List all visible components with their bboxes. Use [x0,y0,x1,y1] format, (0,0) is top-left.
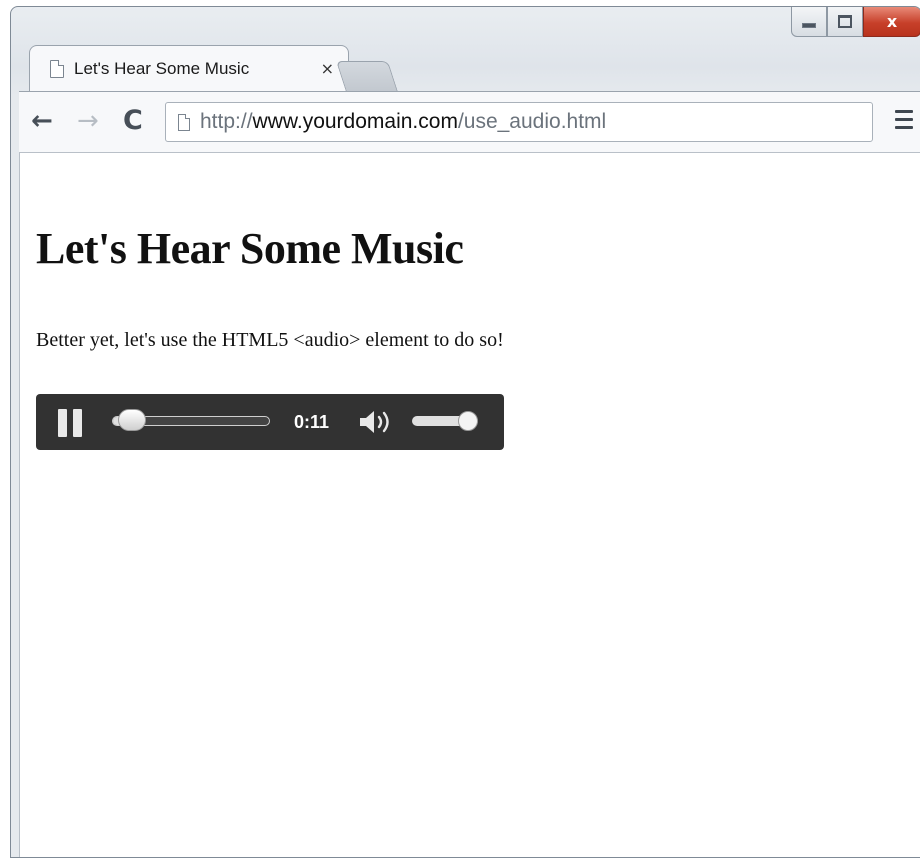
tab-close-icon[interactable]: × [321,59,334,78]
pause-icon-bar [58,409,67,437]
tab-title: Let's Hear Some Music [74,58,250,78]
volume-icon[interactable] [358,408,394,436]
window-controls: x [791,7,920,41]
seek-slider[interactable] [112,409,270,431]
new-tab-button[interactable] [335,61,399,92]
url-scheme: http:// [200,110,253,133]
address-bar[interactable]: http://www.yourdomain.com/use_audio.html [165,102,873,142]
page-content: Let's Hear Some Music Better yet, let's … [19,153,920,857]
browser-toolbar: ← → C http://www.yourdomain.com/use_audi… [19,91,920,153]
maximize-button[interactable] [827,7,863,37]
pause-button[interactable] [58,409,84,437]
pause-icon-bar [73,409,82,437]
forward-button[interactable]: → [77,106,99,136]
hamburger-icon-line [895,126,913,129]
page-icon [50,59,64,78]
back-button[interactable]: ← [31,106,53,136]
minimize-icon [802,23,816,28]
hamburger-icon-line [895,110,913,113]
url-path: /use_audio.html [457,110,607,133]
volume-slider[interactable] [412,411,479,431]
browser-window: x Let's Hear Some Music × ← → C http://w… [10,6,920,858]
url-host: www.yourdomain.com [252,110,458,133]
menu-button[interactable] [895,110,913,134]
close-icon: x [886,12,898,31]
minimize-button[interactable] [791,7,827,37]
current-time: 0:11 [294,412,330,432]
browser-tab[interactable]: Let's Hear Some Music × [29,45,349,91]
volume-thumb[interactable] [458,411,479,431]
page-icon [178,113,190,131]
audio-player: 0:11 [36,394,504,450]
hamburger-icon-line [895,118,913,121]
close-window-button[interactable]: x [863,7,920,37]
reload-button[interactable]: C [123,106,143,136]
maximize-icon [838,15,852,28]
page-heading: Let's Hear Some Music [36,224,464,273]
intro-paragraph: Better yet, let's use the HTML5 <audio> … [36,329,504,351]
url-text[interactable]: http://www.yourdomain.com/use_audio.html [200,110,606,134]
seek-thumb[interactable] [117,409,146,431]
